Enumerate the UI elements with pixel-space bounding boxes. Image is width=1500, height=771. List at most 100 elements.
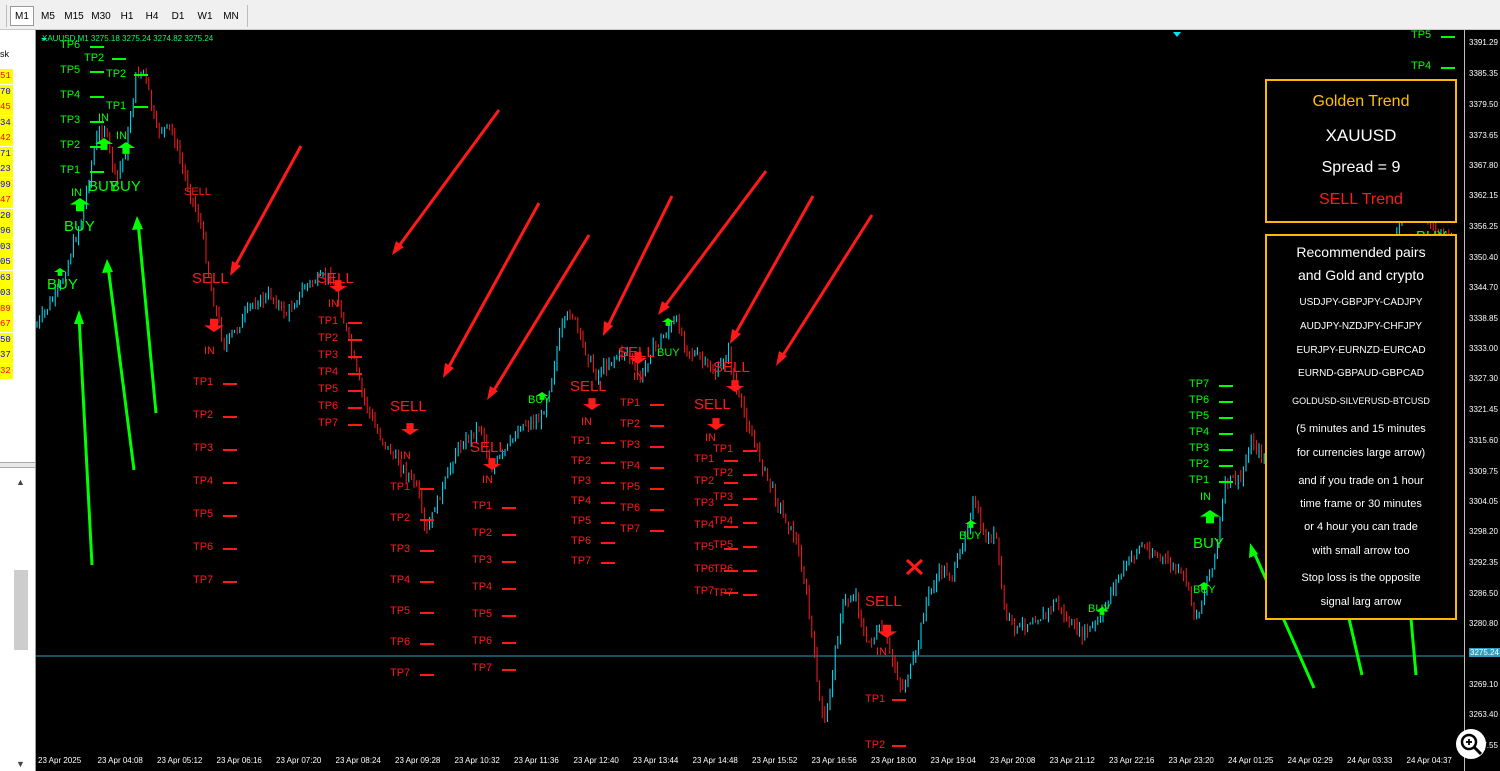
quote-cell[interactable]: 45 (0, 100, 13, 115)
current-price-tag: 3275.24 (1469, 648, 1500, 657)
tf-button-m30[interactable]: M30 (88, 6, 114, 26)
symbol-label: XAUUSD (1325, 126, 1397, 145)
time-axis: 23 Apr 2025 23 Apr 04:08 23 Apr 05:12 23 Ap… (36, 752, 1464, 771)
price-tick: 3327.30 (1469, 374, 1498, 384)
price-chart[interactable] (36, 30, 1464, 771)
quote-cell[interactable]: 70 (0, 84, 13, 100)
time-tick: 23 Apr 21:12 (1049, 756, 1095, 765)
recommend-heading-2: and Gold and crypto (1297, 267, 1425, 283)
note-line: signal larg arrow (1320, 596, 1402, 608)
quote-cell[interactable]: 89 (0, 301, 13, 317)
quote-cell[interactable]: 47 (0, 193, 13, 208)
pairs-line: EURJPY-EURNZD-EURCAD (1296, 345, 1426, 356)
golden-trend-box: Golden Trend XAUUSD Spread = 9 SELL Tren… (1265, 79, 1457, 223)
pairs-line: USDJPY-GBPJPY-CADJPY (1299, 297, 1423, 308)
scroll-down-arrow[interactable]: ▼ (16, 759, 25, 769)
scroll-up-arrow[interactable]: ▲ (16, 477, 25, 487)
note-line: and if you trade on 1 hour (1298, 475, 1424, 487)
price-tick: 3315.60 (1469, 435, 1498, 445)
note-line: Stop loss is the opposite (1301, 572, 1421, 584)
price-tick: 3344.70 (1469, 282, 1498, 292)
time-tick: 23 Apr 18:00 (871, 756, 917, 765)
quote-cell[interactable]: 99 (0, 177, 13, 193)
trend-label: SELL Trend (1319, 191, 1403, 208)
time-tick: 23 Apr 09:28 (395, 756, 441, 765)
time-tick: 24 Apr 02:29 (1287, 756, 1333, 765)
pairs-line: AUDJPY-NZDJPY-CHFJPY (1299, 321, 1423, 332)
quote-cell[interactable]: 20 (0, 208, 13, 224)
note-line: for currencies large arrow) (1296, 447, 1426, 459)
price-tick: 3385.35 (1469, 69, 1498, 79)
price-tick: 3298.20 (1469, 527, 1498, 537)
time-tick: 23 Apr 10:32 (454, 756, 500, 765)
time-tick: 23 Apr 11:36 (514, 756, 559, 765)
tf-button-h1[interactable]: H1 (115, 6, 139, 26)
time-tick: 23 Apr 08:24 (335, 756, 381, 765)
tf-button-m15[interactable]: M15 (61, 6, 87, 26)
spread-label: Spread = 9 (1321, 159, 1401, 176)
tf-button-m1[interactable]: M1 (10, 6, 34, 26)
note-line: with small arrow too (1312, 545, 1410, 557)
tf-button-m5[interactable]: M5 (36, 6, 60, 26)
tf-button-h4[interactable]: H4 (140, 6, 164, 26)
price-tick: 3321.45 (1469, 405, 1498, 415)
note-line: time frame or 30 minutes (1300, 498, 1422, 510)
time-tick: 23 Apr 07:20 (276, 756, 322, 765)
pairs-line: EURND-GBPAUD-GBPCAD (1298, 368, 1424, 379)
time-tick: 23 Apr 20:08 (990, 756, 1036, 765)
scrollbar-thumb[interactable] (14, 570, 28, 650)
price-tick: 3304.05 (1469, 496, 1498, 506)
time-tick: 23 Apr 13:44 (633, 756, 679, 765)
price-tick: 3333.00 (1469, 344, 1498, 354)
time-tick: 23 Apr 16:56 (811, 756, 857, 765)
time-tick: 23 Apr 2025 (38, 756, 82, 765)
panel-column-label: sk (0, 49, 9, 59)
quote-cell[interactable]: 42 (0, 131, 13, 146)
timeframe-toolbar: M1 M5 M15 M30 H1 H4 D1 W1 MN (0, 0, 1500, 30)
price-tick: 3379.50 (1469, 99, 1498, 109)
toolbar-separator (247, 5, 248, 27)
price-tick: 3373.65 (1469, 130, 1498, 140)
toolbar-separator (6, 5, 7, 27)
price-tick: 3391.29 (1469, 38, 1498, 47)
quote-cell[interactable]: 03 (0, 286, 13, 301)
quote-cell[interactable]: 23 (0, 162, 13, 177)
time-tick: 23 Apr 14:48 (692, 756, 738, 765)
time-tick: 24 Apr 01:25 (1228, 756, 1274, 765)
panel-divider (0, 462, 35, 468)
price-tick: 3280.80 (1469, 618, 1498, 628)
price-tick: 3350.40 (1469, 252, 1498, 262)
time-tick: 24 Apr 04:37 (1406, 756, 1452, 765)
quote-cell[interactable]: 37 (0, 348, 13, 363)
indicator-title: Golden Trend (1312, 93, 1410, 110)
time-tick: 23 Apr 19:04 (930, 756, 976, 765)
quote-cell[interactable]: 71 (0, 146, 13, 162)
recommendations-box: Recommended pairs and Gold and crypto US… (1265, 234, 1457, 620)
quote-cell[interactable]: 51 (0, 69, 13, 84)
pairs-line: GOLDUSD-SILVERUSD-BTCUSD (1292, 396, 1430, 406)
quote-cell[interactable]: 03 (0, 239, 13, 255)
quote-cell[interactable]: 63 (0, 270, 13, 286)
note-line: (5 minutes and 15 minutes (1296, 423, 1426, 435)
magnifier-icon (1460, 733, 1483, 756)
price-tick: 3356.25 (1469, 222, 1498, 232)
tf-button-d1[interactable]: D1 (166, 6, 190, 26)
quote-cell[interactable]: 32 (0, 363, 13, 379)
time-tick: 23 Apr 12:40 (573, 756, 619, 765)
tf-button-w1[interactable]: W1 (193, 6, 217, 26)
price-tick: 3362.15 (1469, 191, 1498, 201)
price-tick: 3367.80 (1469, 161, 1498, 171)
quote-cell[interactable]: 05 (0, 255, 13, 270)
quote-cell[interactable]: 50 (0, 332, 13, 348)
quote-cell[interactable]: 34 (0, 115, 13, 131)
zoom-button[interactable] (1456, 729, 1486, 759)
price-tick: 3269.10 (1469, 680, 1498, 690)
note-line: or 4 hour you can trade (1304, 521, 1418, 533)
price-tick: 3338.85 (1469, 313, 1498, 323)
market-watch-panel: sk ▲ ▼ 51 70 45 34 42 71 23 99 47 20 96 03 05 63 03 89 6… (0, 30, 36, 771)
price-tick: 3309.75 (1469, 466, 1498, 476)
quote-cell[interactable]: 67 (0, 317, 13, 332)
quote-cell[interactable]: 96 (0, 224, 13, 239)
time-tick: 23 Apr 22:16 (1109, 756, 1155, 765)
tf-button-mn[interactable]: MN (219, 6, 243, 26)
